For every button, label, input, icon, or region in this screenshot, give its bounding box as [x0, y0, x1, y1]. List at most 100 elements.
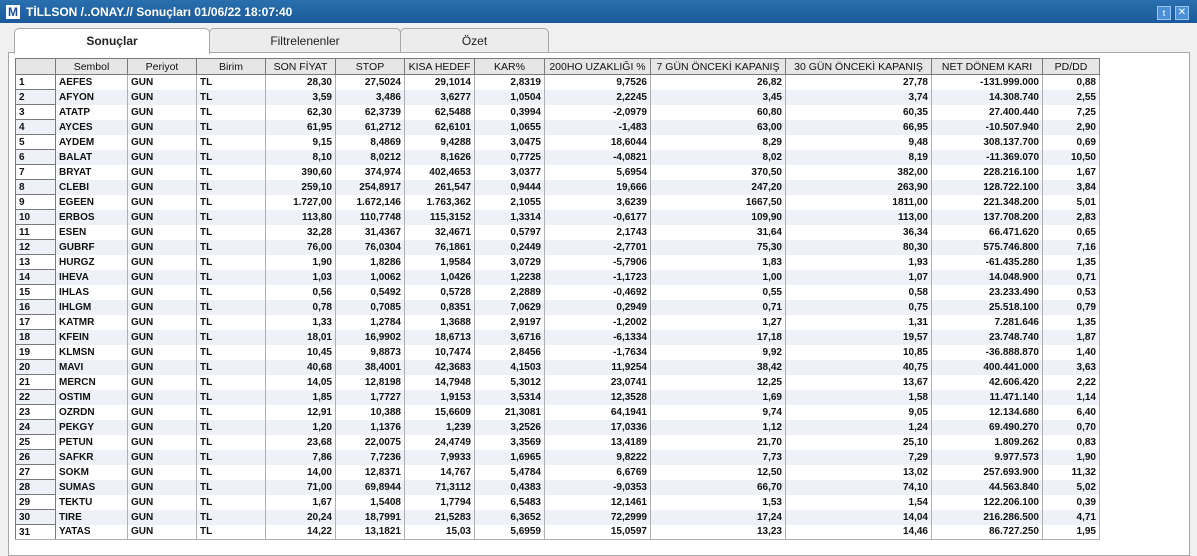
- table-row[interactable]: 5 AYDEM GUN TL 9,15 8,4869 9,4288 3,0475 18,6044…: [15, 134, 1100, 150]
- column-header[interactable]: 7 GÜN ÖNCEKİ KAPANIŞ: [650, 58, 786, 75]
- table-row[interactable]: 18 KFEIN GUN TL 18,01 16,9902 18,6713 3,6716 -6,…: [15, 329, 1100, 345]
- table-row[interactable]: 22 OSTIM GUN TL 1,85 1,7727 1,9153 3,5314 12,352…: [15, 389, 1100, 405]
- profit-percent-cell: 1,2238: [474, 269, 545, 285]
- net-profit-cell: 11.471.140: [931, 389, 1043, 405]
- pb-ratio-cell: 3,63: [1042, 359, 1100, 375]
- table-row[interactable]: 9 EGEEN GUN TL 1.727,00 1.672,146 1.763,362 2,1…: [15, 194, 1100, 210]
- table-row[interactable]: 31 YATAS GUN TL 14,22 13,1821 15,03 5,6959 15,05…: [15, 524, 1100, 540]
- close-7d-cell: 3,45: [650, 89, 786, 105]
- column-header[interactable]: STOP: [335, 58, 405, 75]
- short-target-cell: 115,3152: [404, 209, 475, 225]
- net-profit-cell: -131.999.000: [931, 74, 1043, 90]
- short-target-cell: 261,547: [404, 179, 475, 195]
- pb-ratio-cell: 4,71: [1042, 509, 1100, 525]
- unit-cell: TL: [196, 404, 266, 420]
- table-row[interactable]: 28 SUMAS GUN TL 71,00 69,8944 71,3112 0,4383 -9,…: [15, 479, 1100, 495]
- column-header[interactable]: Birim: [196, 58, 266, 75]
- twitter-icon[interactable]: t: [1157, 6, 1171, 20]
- column-header[interactable]: KISA HEDEF: [404, 58, 475, 75]
- last-price-cell: 20,24: [265, 509, 336, 525]
- stop-cell: 374,974: [335, 164, 405, 180]
- period-cell: GUN: [127, 449, 197, 465]
- tab-sonuclar[interactable]: Sonuçlar: [14, 28, 210, 54]
- period-cell: GUN: [127, 359, 197, 375]
- table-row[interactable]: 7 BRYAT GUN TL 390,60 374,974 402,4653 3,0377 5,…: [15, 164, 1100, 180]
- symbol-cell: IHEVA: [55, 269, 128, 285]
- profit-percent-cell: 1,3314: [474, 209, 545, 225]
- symbol-cell: PEKGY: [55, 419, 128, 435]
- table-row[interactable]: 16 IHLGM GUN TL 0,78 0,7085 0,8351 7,0629 0,2949…: [15, 299, 1100, 315]
- tab-ozet[interactable]: Özet: [400, 28, 549, 53]
- stop-cell: 69,8944: [335, 479, 405, 495]
- table-row[interactable]: 14 IHEVA GUN TL 1,03 1,0062 1,0426 1,2238 -1,172…: [15, 269, 1100, 285]
- table-row[interactable]: 29 TEKTU GUN TL 1,67 1,5408 1,7794 6,5483 12,146…: [15, 494, 1100, 510]
- table-row[interactable]: 4 AYCES GUN TL 61,95 61,2712 62,6101 1,0655 -1,4…: [15, 119, 1100, 135]
- ma200-distance-cell: 11,9254: [544, 359, 651, 375]
- tab-filtrelenenler[interactable]: Filtrelenenler: [209, 28, 401, 53]
- table-row[interactable]: 12 GUBRF GUN TL 76,00 76,0304 76,1861 0,2449 -2,…: [15, 239, 1100, 255]
- profit-percent-cell: 0,9444: [474, 179, 545, 195]
- column-header[interactable]: Periyot: [127, 58, 197, 75]
- period-cell: GUN: [127, 149, 197, 165]
- unit-cell: TL: [196, 149, 266, 165]
- table-row[interactable]: 17 KATMR GUN TL 1,33 1,2784 1,3688 2,9197 -1,200…: [15, 314, 1100, 330]
- table-row[interactable]: 3 ATATP GUN TL 62,30 62,3739 62,5488 0,3994 -2,0…: [15, 104, 1100, 120]
- column-header[interactable]: [15, 58, 56, 75]
- table-row[interactable]: 13 HURGZ GUN TL 1,90 1,8286 1,9584 3,0729 -5,790…: [15, 254, 1100, 270]
- last-price-cell: 10,45: [265, 344, 336, 360]
- stop-cell: 7,7236: [335, 449, 405, 465]
- stop-cell: 1,8286: [335, 254, 405, 270]
- period-cell: GUN: [127, 509, 197, 525]
- last-price-cell: 76,00: [265, 239, 336, 255]
- ma200-distance-cell: -0,4692: [544, 284, 651, 300]
- table-row[interactable]: 27 SOKM GUN TL 14,00 12,8371 14,767 5,4784 6,676…: [15, 464, 1100, 480]
- period-cell: GUN: [127, 209, 197, 225]
- short-target-cell: 76,1861: [404, 239, 475, 255]
- table-row[interactable]: 15 IHLAS GUN TL 0,56 0,5492 0,5728 2,2889 -0,469…: [15, 284, 1100, 300]
- pb-ratio-cell: 5,01: [1042, 194, 1100, 210]
- table-row[interactable]: 2 AFYON GUN TL 3,59 3,486 3,6277 1,0504 2,2245 3,…: [15, 89, 1100, 105]
- table-row[interactable]: 21 MERCN GUN TL 14,05 12,8198 14,7948 5,3012 23,…: [15, 374, 1100, 390]
- table-row[interactable]: 1 AEFES GUN TL 28,30 27,5024 29,1014 2,8319 9,75…: [15, 74, 1100, 90]
- table-row[interactable]: 10 ERBOS GUN TL 113,80 110,7748 115,3152 1,3314…: [15, 209, 1100, 225]
- table-row[interactable]: 8 CLEBI GUN TL 259,10 254,8917 261,547 0,9444 19…: [15, 179, 1100, 195]
- stop-cell: 38,4001: [335, 359, 405, 375]
- column-header[interactable]: KAR%: [474, 58, 545, 75]
- unit-cell: TL: [196, 74, 266, 90]
- period-cell: GUN: [127, 299, 197, 315]
- period-cell: GUN: [127, 434, 197, 450]
- close-7d-cell: 66,70: [650, 479, 786, 495]
- last-price-cell: 3,59: [265, 89, 336, 105]
- table-row[interactable]: 26 SAFKR GUN TL 7,86 7,7236 7,9933 1,6965 9,8222…: [15, 449, 1100, 465]
- table-row[interactable]: 30 TIRE GUN TL 20,24 18,7991 21,5283 6,3652 72,2…: [15, 509, 1100, 525]
- column-header[interactable]: PD/DD: [1042, 58, 1100, 75]
- unit-cell: TL: [196, 389, 266, 405]
- last-price-cell: 390,60: [265, 164, 336, 180]
- table-row[interactable]: 20 MAVI GUN TL 40,68 38,4001 42,3683 4,1503 11,9…: [15, 359, 1100, 375]
- title-bar: M TİLLSON /..ONAY.// Sonuçları 01/06/22 …: [0, 0, 1197, 23]
- unit-cell: TL: [196, 494, 266, 510]
- table-row[interactable]: 25 PETUN GUN TL 23,68 22,0075 24,4749 3,3569 13,…: [15, 434, 1100, 450]
- stop-cell: 76,0304: [335, 239, 405, 255]
- pb-ratio-cell: 1,14: [1042, 389, 1100, 405]
- short-target-cell: 42,3683: [404, 359, 475, 375]
- row-index: 21: [15, 374, 56, 390]
- column-header[interactable]: SON FİYAT: [265, 58, 336, 75]
- short-target-cell: 1,9584: [404, 254, 475, 270]
- close-30d-cell: 9,48: [785, 134, 932, 150]
- column-header[interactable]: Sembol: [55, 58, 128, 75]
- close-icon[interactable]: ✕: [1175, 6, 1189, 20]
- net-profit-cell: 221.348.200: [931, 194, 1043, 210]
- table-row[interactable]: 24 PEKGY GUN TL 1,20 1,1376 1,239 3,2526 17,0336…: [15, 419, 1100, 435]
- column-header[interactable]: 200HO UZAKLIĞI %: [544, 58, 651, 75]
- profit-percent-cell: 0,2449: [474, 239, 545, 255]
- unit-cell: TL: [196, 299, 266, 315]
- column-header[interactable]: 30 GÜN ÖNCEKİ KAPANIŞ: [785, 58, 932, 75]
- column-header[interactable]: NET DÖNEM KARI: [931, 58, 1043, 75]
- table-row[interactable]: 23 OZRDN GUN TL 12,91 10,388 15,6609 21,3081 64,…: [15, 404, 1100, 420]
- table-row[interactable]: 6 BALAT GUN TL 8,10 8,0212 8,1626 0,7725 -4,0821…: [15, 149, 1100, 165]
- close-7d-cell: 1,53: [650, 494, 786, 510]
- table-row[interactable]: 19 KLMSN GUN TL 10,45 9,8873 10,7474 2,8456 -1,7…: [15, 344, 1100, 360]
- last-price-cell: 9,15: [265, 134, 336, 150]
- table-row[interactable]: 11 ESEN GUN TL 32,28 31,4367 32,4671 0,5797 2,17…: [15, 224, 1100, 240]
